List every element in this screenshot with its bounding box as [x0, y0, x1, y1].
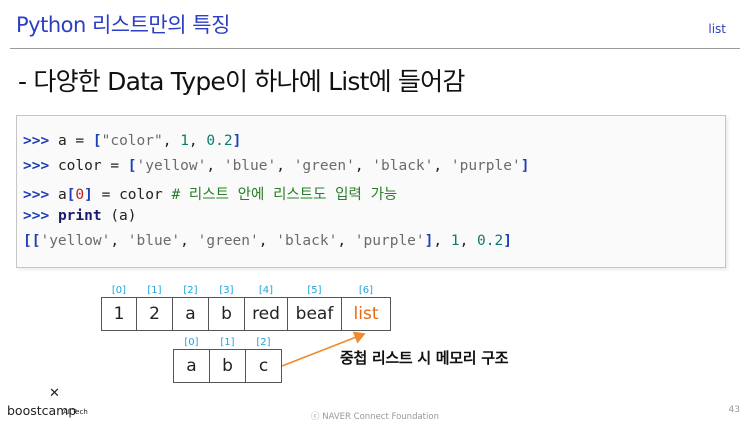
code-block: >>> a = ["color", 1, 0.2] >>> color = ['… — [16, 115, 726, 268]
outer-cell: [2] a — [172, 285, 209, 331]
cell-value: beaf — [295, 304, 334, 324]
cell-value: red — [252, 304, 280, 324]
cell-value: b — [221, 304, 232, 324]
diagram-caption: 중첩 리스트 시 메모리 구조 — [340, 349, 509, 367]
outer-cell: [5] beaf — [287, 285, 342, 331]
code-line-3: >>> a[0] = color # 리스트 안에 리스트도 입력 가능 — [23, 187, 398, 203]
cell-index: [5] — [307, 285, 322, 296]
slide-subtitle: - 다양한 Data Type이 하나에 List에 들어감 — [18, 67, 465, 96]
code-output: [['yellow', 'blue', 'green', 'black', 'p… — [23, 233, 512, 249]
cell-value: 1 — [113, 304, 125, 324]
cell-index: [6] — [358, 285, 374, 296]
cell-value: c — [258, 356, 269, 376]
code-line-2: >>> color = ['yellow', 'blue', 'green', … — [23, 158, 530, 174]
cell-index: [0] — [184, 337, 199, 348]
cell-index: [0] — [111, 285, 127, 296]
outer-cell-nested: [6] list — [341, 285, 391, 331]
cell-value: a — [186, 356, 197, 376]
code-prompt: >>> — [23, 133, 50, 149]
code-comment: # 리스트 안에 리스트도 입력 가능 — [171, 187, 398, 203]
cell-index: [1] — [220, 337, 235, 348]
cell-index: [4] — [258, 285, 274, 296]
cell-value: a — [185, 304, 196, 324]
code-prompt: >>> — [23, 158, 50, 174]
x-mark-icon: ✕ — [49, 386, 60, 401]
section-tag: list — [708, 22, 726, 36]
outer-cell: [3] b — [208, 285, 245, 331]
cell-value: list — [353, 304, 379, 324]
cell-value: 2 — [149, 304, 160, 324]
inner-cell: [1] b — [209, 337, 246, 383]
inner-list-diagram: [0] a [1] b [2] c — [173, 337, 282, 383]
copyright-footer: ⓒ NAVER Connect Foundation — [311, 412, 439, 421]
cell-index: [2] — [183, 285, 198, 296]
page-number: 43 — [728, 405, 740, 415]
slide-title: Python 리스트만의 특징 — [16, 13, 230, 37]
cell-index: [3] — [219, 285, 234, 296]
inner-cell: [0] a — [173, 337, 210, 383]
outer-cell: [1] 2 — [136, 285, 173, 331]
cell-value: b — [222, 356, 233, 376]
code-line-4: >>> print (a) — [23, 208, 137, 224]
outer-cell: [0] 1 — [101, 285, 137, 331]
cell-index: [2] — [256, 337, 271, 348]
title-divider — [10, 48, 740, 49]
code-prompt: >>> — [23, 208, 50, 224]
code-prompt: >>> — [23, 187, 50, 203]
outer-list-diagram: [0] 1 [1] 2 [2] a [3] b [4] red [5] beaf [6] li… — [101, 285, 391, 331]
inner-cell: [2] c — [245, 337, 282, 383]
outer-cell: [4] red — [244, 285, 288, 331]
cell-index: [1] — [147, 285, 162, 296]
code-line-1: >>> a = ["color", 1, 0.2] — [23, 133, 242, 149]
